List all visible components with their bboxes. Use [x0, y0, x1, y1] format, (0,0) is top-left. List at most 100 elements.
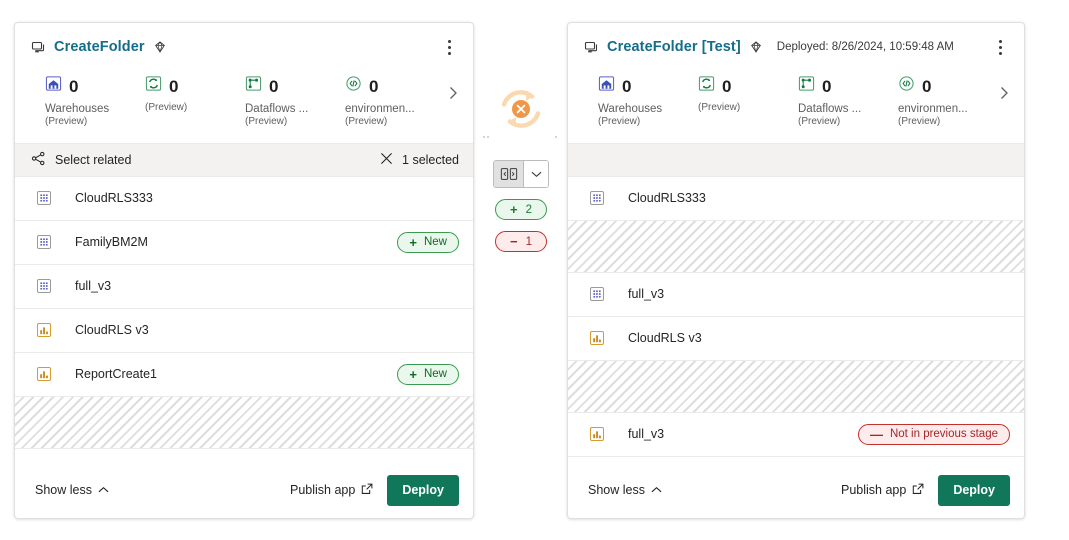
diff-added-sign: + — [510, 203, 518, 216]
right-card-toolbar — [568, 143, 1024, 177]
list-item[interactable]: CloudRLS333 — [568, 177, 1024, 221]
metric-dataflows[interactable]: 0 Dataflows ... (Preview) — [798, 75, 898, 129]
deployed-timestamp: Deployed: 8/26/2024, 10:59:48 AM — [777, 41, 954, 53]
metric-label: Warehouses — [45, 102, 141, 116]
more-options-icon[interactable] — [990, 35, 1010, 59]
metric-count: 0 — [169, 78, 178, 95]
metric-count: 0 — [69, 78, 78, 95]
metric-sublabel: (Preview) — [345, 116, 445, 129]
semantic-model-icon — [588, 286, 606, 302]
placeholder-row — [568, 221, 1024, 273]
more-options-icon[interactable] — [439, 35, 459, 59]
metric-sublabel: (Preview) — [698, 102, 798, 115]
badge-sign: + — [409, 368, 417, 381]
list-item[interactable]: full_v3 — Not in previous stage — [568, 413, 1024, 457]
workspace-icon — [584, 39, 600, 55]
warehouse-icon — [598, 75, 615, 97]
diff-removed-count: 1 — [526, 236, 532, 248]
metric-top: 0 — [898, 75, 998, 97]
select-related-button[interactable]: Select related — [31, 151, 131, 169]
deploy-button[interactable]: Deploy — [938, 475, 1010, 506]
metric-environments[interactable]: 0 environmen... (Preview) — [345, 75, 445, 129]
chevron-down-icon[interactable] — [524, 161, 548, 187]
list-item[interactable]: FamilyBM2M + New — [15, 221, 473, 265]
side-by-side-compare-icon[interactable] — [494, 161, 524, 187]
deploy-button[interactable]: Deploy — [387, 475, 459, 506]
dataflows-icon — [798, 75, 815, 97]
list-item-label: full_v3 — [628, 287, 664, 301]
metric-label: Dataflows ... — [245, 102, 341, 116]
list-item[interactable]: CloudRLS333 — [15, 177, 473, 221]
environment-icon — [345, 75, 362, 97]
metric-sublabel: (Preview) — [598, 116, 698, 129]
status-badge: — Not in previous stage — [858, 424, 1010, 445]
pipeline-stage-card-test: CreateFolder [Test] Deployed: 8/26/2024,… — [567, 22, 1025, 519]
publish-app-label: Publish app — [841, 483, 906, 497]
metric-sublabel: (Preview) — [45, 116, 145, 129]
list-item-label: CloudRLS333 — [75, 191, 153, 205]
left-card-selection-toolbar: Select related 1 selected — [15, 143, 473, 177]
diff-removed-sign: − — [510, 235, 518, 248]
chevron-right-icon[interactable] — [994, 83, 1014, 103]
list-item-label: CloudRLS v3 — [75, 323, 149, 337]
clear-selection-button[interactable]: 1 selected — [380, 152, 459, 168]
right-card-header: CreateFolder [Test] Deployed: 8/26/2024,… — [568, 23, 1024, 69]
list-item-label: CloudRLS v3 — [628, 331, 702, 345]
chevron-right-icon[interactable] — [443, 83, 463, 103]
list-item-label: full_v3 — [75, 279, 111, 293]
publish-app-button[interactable]: Publish app — [290, 483, 373, 498]
right-card-footer: Show less Publish app Deploy — [568, 462, 1024, 518]
report-icon — [588, 330, 606, 346]
stage-compare-controls: + 2 − 1 — [482, 22, 560, 519]
list-item-label: CloudRLS333 — [628, 191, 706, 205]
metric-top: 0 — [245, 75, 345, 97]
metric-environments[interactable]: 0 environmen... (Preview) — [898, 75, 998, 129]
right-card-item-list: CloudRLS333 full_v3 — [568, 177, 1024, 462]
sync-error-icon[interactable] — [490, 78, 552, 140]
metric-top: 0 — [698, 75, 798, 97]
metric-sublabel: (Preview) — [145, 102, 245, 115]
compare-view-toggle[interactable] — [493, 160, 549, 188]
diff-added-badge: + 2 — [495, 199, 547, 220]
metric-warehouses[interactable]: 0 Warehouses (Preview) — [598, 75, 698, 129]
list-item-label: full_v3 — [628, 427, 664, 441]
metric-top: 0 — [45, 75, 145, 97]
badge-label: New — [424, 236, 447, 248]
list-item[interactable]: CloudRLS v3 — [568, 317, 1024, 361]
metric-warehouses[interactable]: 0 Warehouses (Preview) — [45, 75, 145, 129]
badge-label: Not in previous stage — [890, 428, 998, 440]
metric-top: 0 — [798, 75, 898, 97]
publish-app-button[interactable]: Publish app — [841, 483, 924, 498]
show-less-button[interactable]: Show less — [35, 483, 109, 497]
metric-count: 0 — [822, 78, 831, 95]
status-badge: + New — [397, 232, 459, 253]
metric-label: environmen... — [898, 102, 994, 116]
publish-app-label: Publish app — [290, 483, 355, 497]
diff-added-count: 2 — [526, 204, 532, 216]
metric-dataflows-gen2[interactable]: 0 (Preview) — [698, 75, 798, 115]
report-icon — [35, 366, 53, 382]
metric-dataflows-gen2[interactable]: 0 (Preview) — [145, 75, 245, 115]
metric-count: 0 — [369, 78, 378, 95]
premium-gem-icon — [153, 40, 167, 54]
show-less-label: Show less — [588, 483, 645, 497]
show-less-button[interactable]: Show less — [588, 483, 662, 497]
list-item[interactable]: ReportCreate1 + New — [15, 353, 473, 397]
metric-label: Dataflows ... — [798, 102, 894, 116]
metric-dataflows[interactable]: 0 Dataflows ... (Preview) — [245, 75, 345, 129]
list-item-label: ReportCreate1 — [75, 367, 157, 381]
left-card-item-list: CloudRLS333 FamilyBM2M + — [15, 177, 473, 462]
report-icon — [588, 426, 606, 442]
dataflows-icon — [245, 75, 262, 97]
page-title: CreateFolder [Test] — [607, 39, 741, 55]
chevron-up-icon — [651, 483, 662, 497]
dataflow-gen2-icon — [145, 75, 162, 97]
metric-count: 0 — [622, 78, 631, 95]
list-item[interactable]: CloudRLS v3 — [15, 309, 473, 353]
badge-sign: + — [409, 236, 417, 249]
semantic-model-icon — [35, 278, 53, 294]
list-item[interactable]: full_v3 — [15, 265, 473, 309]
warehouse-icon — [45, 75, 62, 97]
list-item[interactable]: full_v3 — [568, 273, 1024, 317]
metric-top: 0 — [598, 75, 698, 97]
